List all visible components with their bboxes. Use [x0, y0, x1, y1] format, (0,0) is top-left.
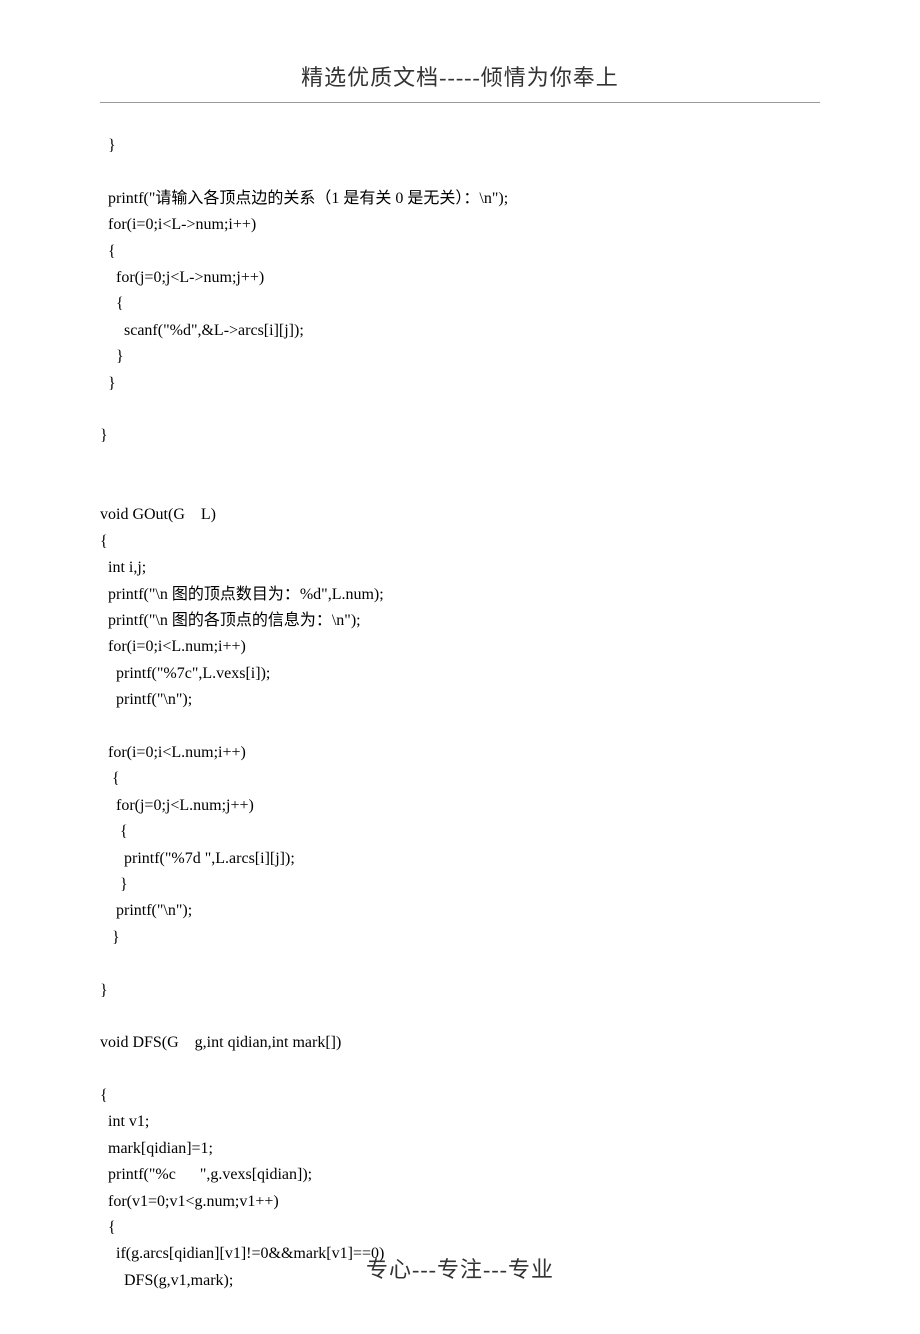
code-line — [100, 951, 820, 977]
page-header: 精选优质文档-----倾情为你奉上 — [100, 60, 820, 103]
code-line: mark[qidian]=1; — [100, 1136, 820, 1162]
code-line: { — [100, 819, 820, 845]
code-line: { — [100, 529, 820, 555]
code-line: printf("%7d ",L.arcs[i][j]); — [100, 846, 820, 872]
code-line: for(i=0;i<L.num;i++) — [100, 634, 820, 660]
code-line: } — [100, 925, 820, 951]
code-line: { — [100, 1083, 820, 1109]
code-line: { — [100, 1215, 820, 1241]
document-page: 精选优质文档-----倾情为你奉上 } printf("请输入各顶点边的关系（1… — [0, 0, 920, 1334]
code-line: printf("\n"); — [100, 687, 820, 713]
code-line: for(i=0;i<L->num;i++) — [100, 212, 820, 238]
code-line: for(i=0;i<L.num;i++) — [100, 740, 820, 766]
code-content: } printf("请输入各顶点边的关系（1 是有关 0 是无关）：\n"); … — [100, 133, 820, 1294]
code-line: { — [100, 766, 820, 792]
code-line: printf("%7c",L.vexs[i]); — [100, 661, 820, 687]
code-line: int v1; — [100, 1109, 820, 1135]
code-line: } — [100, 872, 820, 898]
code-line — [100, 714, 820, 740]
code-line: void GOut(G L) — [100, 502, 820, 528]
code-line — [100, 1057, 820, 1083]
code-line: } — [100, 344, 820, 370]
code-line: } — [100, 423, 820, 449]
code-line: printf("请输入各顶点边的关系（1 是有关 0 是无关）：\n"); — [100, 186, 820, 212]
code-line — [100, 476, 820, 502]
code-line: } — [100, 133, 820, 159]
code-line: printf("\n 图的各顶点的信息为：\n"); — [100, 608, 820, 634]
code-line: void DFS(G g,int qidian,int mark[]) — [100, 1030, 820, 1056]
code-line: printf("%c ",g.vexs[qidian]); — [100, 1162, 820, 1188]
code-line — [100, 159, 820, 185]
code-line: { — [100, 239, 820, 265]
code-line: for(j=0;j<L->num;j++) — [100, 265, 820, 291]
code-line: { — [100, 291, 820, 317]
code-line: for(j=0;j<L.num;j++) — [100, 793, 820, 819]
code-line: scanf("%d",&L->arcs[i][j]); — [100, 318, 820, 344]
code-line — [100, 1004, 820, 1030]
code-line: } — [100, 978, 820, 1004]
page-footer: 专心---专注---专业 — [0, 1252, 920, 1284]
code-line: printf("\n 图的顶点数目为：%d",L.num); — [100, 582, 820, 608]
code-line: printf("\n"); — [100, 898, 820, 924]
code-line: int i,j; — [100, 555, 820, 581]
code-line — [100, 450, 820, 476]
code-line — [100, 397, 820, 423]
code-line: for(v1=0;v1<g.num;v1++) — [100, 1189, 820, 1215]
code-line: } — [100, 371, 820, 397]
